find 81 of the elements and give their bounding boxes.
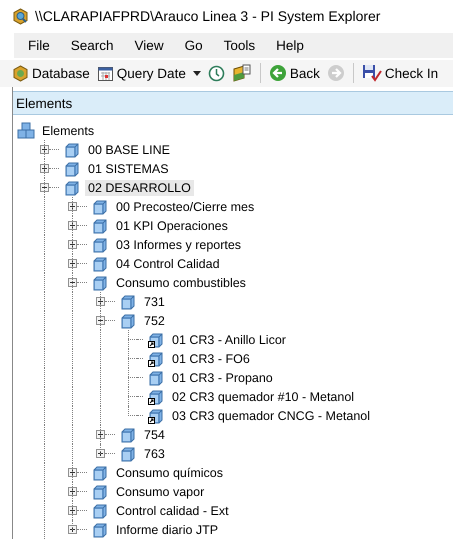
layers-icon — [232, 64, 252, 82]
cube-icon — [92, 256, 109, 272]
toolbar-button[interactable]: Query Date — [94, 64, 188, 82]
element-shortcut-icon — [148, 350, 165, 366]
tree-item[interactable]: 03 CR3 quemador CNCG - Metanol — [169, 408, 373, 424]
menu-item[interactable]: Help — [276, 38, 315, 53]
calendar-icon — [96, 64, 114, 82]
tree-item[interactable]: 01 CR3 - FO6 — [169, 350, 253, 366]
expand-icon[interactable] — [96, 449, 105, 458]
cube-icon — [92, 522, 109, 538]
tree-item[interactable]: Informe diario JTP — [113, 522, 222, 538]
tree-item[interactable]: 731 — [141, 294, 168, 310]
cube-icon — [92, 236, 109, 252]
expand-icon[interactable] — [68, 506, 77, 515]
tree-item[interactable]: Consumo combustibles — [113, 274, 249, 290]
tree-item[interactable]: 754 — [141, 426, 168, 442]
expand-icon[interactable] — [68, 240, 77, 249]
cube-icon — [92, 502, 109, 518]
tree-item[interactable]: 01 CR3 - Propano — [169, 370, 276, 386]
toolbar-button[interactable]: Database — [10, 64, 92, 82]
menu-item[interactable]: Tools — [224, 38, 266, 53]
element-shortcut-icon — [148, 332, 165, 348]
expand-icon[interactable] — [68, 487, 77, 496]
tree-item[interactable]: 04 Control Calidad — [113, 256, 223, 272]
tree-item[interactable]: Consumo vapor — [113, 484, 208, 500]
expand-icon[interactable] — [68, 221, 77, 230]
dropdown-button[interactable] — [190, 70, 203, 76]
expand-icon[interactable] — [68, 202, 77, 211]
tree-item[interactable]: 01 SISTEMAS — [85, 160, 172, 176]
expand-icon[interactable] — [68, 259, 77, 268]
cube-icon — [120, 446, 137, 462]
window-title: \\CLARAPIAFPRD\Arauco Linea 3 - PI System Explorer — [35, 8, 380, 24]
cube-icon — [120, 312, 137, 328]
tree-item[interactable]: 02 DESARROLLO — [85, 180, 194, 196]
cube-icon — [92, 484, 109, 500]
cube-icon — [120, 426, 137, 442]
tree-item[interactable]: Control calidad - Ext — [113, 502, 232, 518]
menu-item[interactable]: View — [134, 38, 175, 53]
expand-icon[interactable] — [96, 430, 105, 439]
clock-icon — [208, 64, 225, 82]
cube-icon — [92, 218, 109, 234]
menu-item[interactable]: File — [28, 38, 61, 53]
caret-icon[interactable] — [192, 70, 201, 76]
element-shortcut-icon — [148, 408, 165, 424]
database-icon — [12, 64, 29, 82]
cube-icon — [64, 180, 81, 196]
tree-item[interactable]: 00 BASE LINE — [85, 142, 173, 158]
expand-icon[interactable] — [40, 145, 49, 154]
cube-icon — [92, 198, 109, 214]
toolbar-button[interactable] — [206, 64, 227, 82]
cube-icon — [120, 294, 137, 310]
collapse-icon[interactable] — [68, 278, 77, 287]
cube-icon — [64, 142, 81, 158]
tree-item[interactable]: 763 — [141, 446, 168, 462]
tree-root[interactable]: Elements — [39, 122, 98, 138]
tree-item[interactable]: Consumo químicos — [113, 464, 226, 480]
tree-item[interactable]: 752 — [141, 312, 168, 328]
expand-icon[interactable] — [68, 468, 77, 477]
cube-icon — [64, 160, 81, 176]
tree-item[interactable]: 03 Informes y reportes — [113, 236, 244, 252]
expand-icon[interactable] — [40, 164, 49, 173]
collapse-icon[interactable] — [96, 316, 105, 325]
cube-icon — [148, 370, 165, 386]
element-shortcut-icon — [148, 388, 165, 404]
floppy-check-icon — [362, 64, 382, 82]
tree-item[interactable]: 01 CR3 - Anillo Licor — [169, 332, 289, 348]
tree-item[interactable]: 01 KPI Operaciones — [113, 218, 231, 234]
toolbar-button[interactable]: Check In — [360, 64, 440, 82]
panel-header: Elements — [13, 91, 453, 115]
tree-item[interactable]: 02 CR3 quemador #10 - Metanol — [169, 388, 358, 404]
cube-icon — [92, 464, 109, 480]
cube-icon — [92, 274, 109, 290]
app-icon — [12, 8, 29, 25]
menu-item[interactable]: Go — [184, 38, 214, 53]
stacked-cubes-icon — [17, 122, 35, 139]
expand-icon[interactable] — [96, 297, 105, 306]
toolbar-button[interactable]: Back — [266, 64, 322, 82]
tree-item[interactable]: 00 Precosteo/Cierre mes — [113, 198, 258, 214]
menu-item[interactable]: Search — [70, 38, 125, 53]
expand-icon[interactable] — [68, 525, 77, 534]
collapse-icon[interactable] — [40, 183, 49, 192]
